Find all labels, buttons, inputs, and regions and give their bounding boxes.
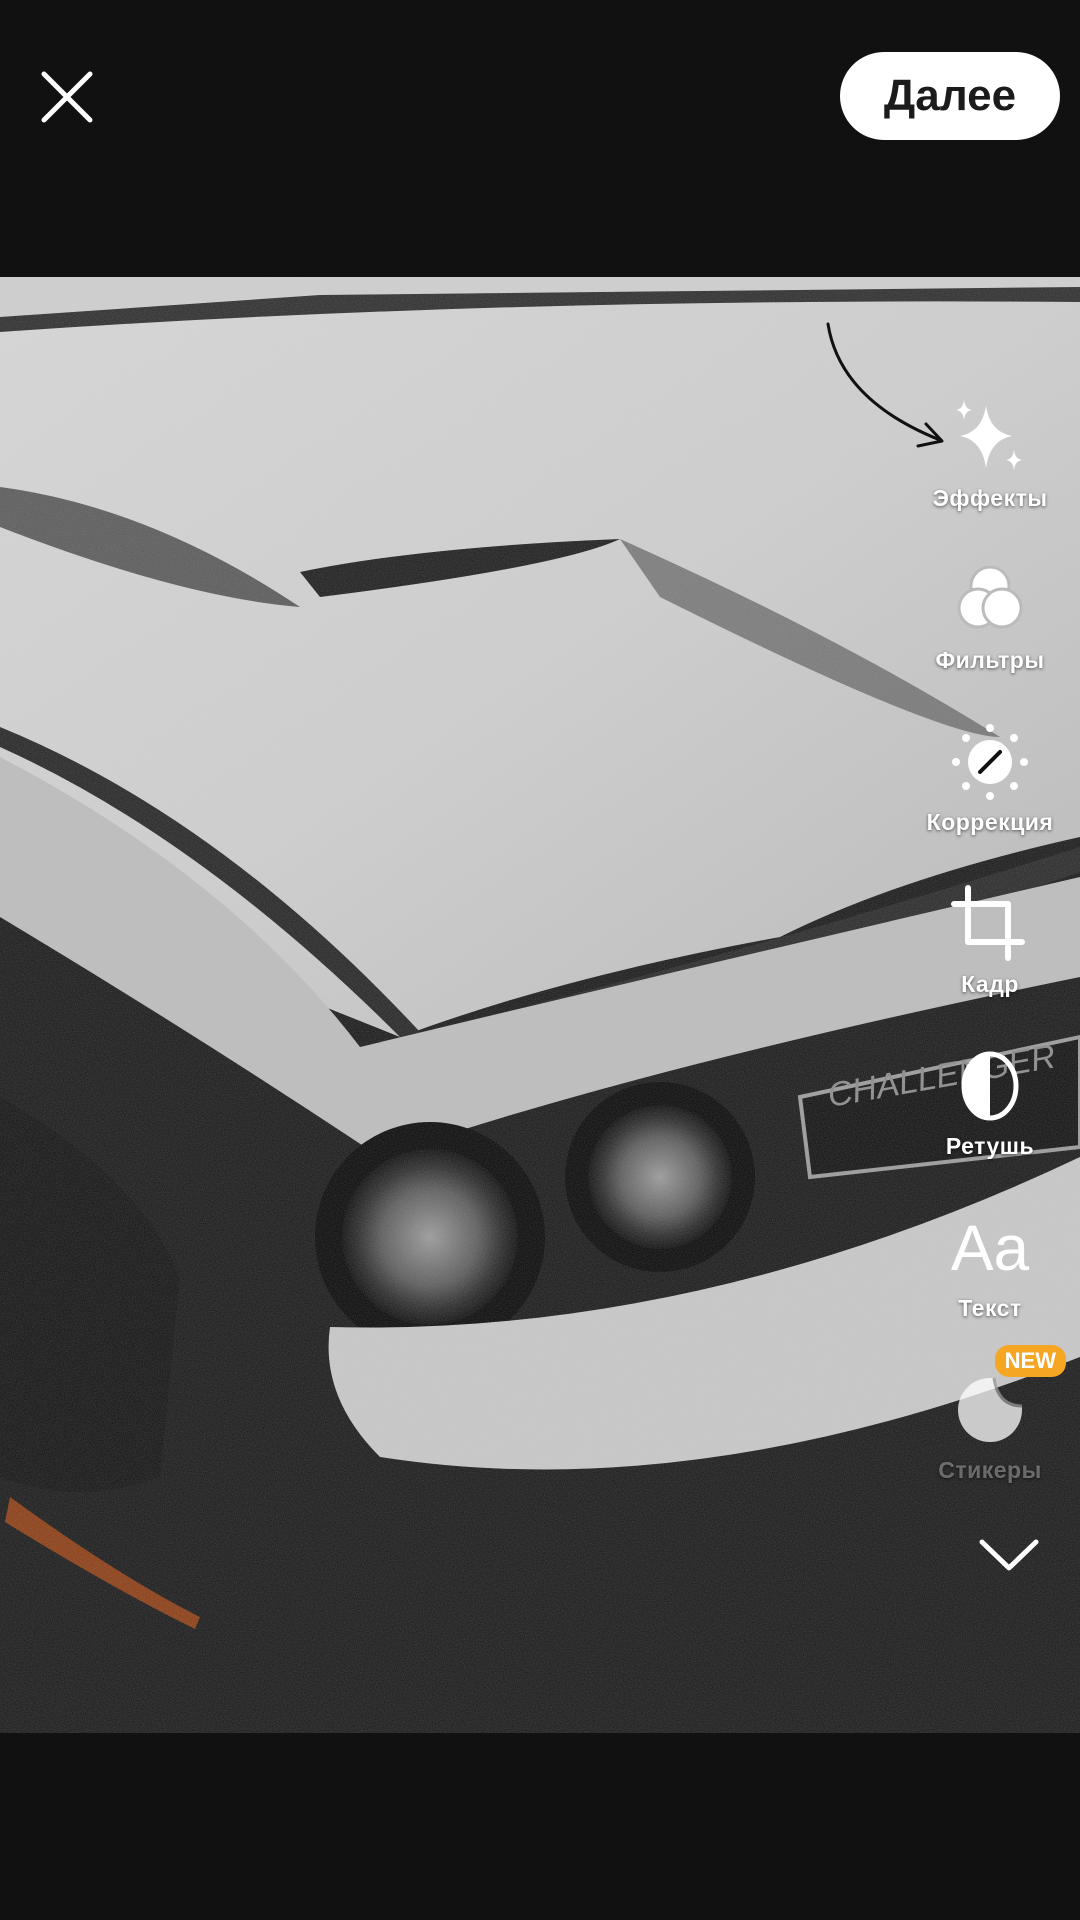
close-icon	[41, 71, 93, 123]
sticker-icon	[945, 1367, 1035, 1453]
close-button[interactable]	[32, 62, 102, 132]
tool-retouch[interactable]: Ретушь	[900, 1043, 1080, 1173]
tool-label: Коррекция	[926, 809, 1054, 835]
tool-label: Кадр	[961, 971, 1019, 997]
tool-stickers[interactable]: NEW Стикеры	[900, 1345, 1080, 1497]
tool-label: Стикеры	[938, 1457, 1042, 1483]
sparkles-icon	[945, 395, 1035, 481]
crop-icon	[945, 881, 1035, 967]
tool-text[interactable]: Aa Текст	[900, 1205, 1080, 1335]
tool-label: Фильтры	[935, 647, 1045, 673]
tool-correction[interactable]: Коррекция	[900, 719, 1080, 849]
text-icon: Aa	[950, 1212, 1030, 1284]
tool-label: Текст	[958, 1295, 1022, 1321]
more-tools-button[interactable]	[974, 1530, 1044, 1580]
tool-label: Ретушь	[945, 1133, 1035, 1159]
tool-filters[interactable]: Фильтры	[900, 557, 1080, 687]
retouch-icon	[945, 1043, 1035, 1129]
filters-icon	[945, 557, 1035, 643]
tool-effects[interactable]: Эффекты	[900, 395, 1080, 525]
tool-label: Эффекты	[932, 485, 1048, 511]
adjust-icon	[945, 719, 1035, 805]
next-button[interactable]: Далее	[840, 52, 1060, 140]
chevron-down-icon	[979, 1539, 1039, 1571]
tool-crop[interactable]: Кадр	[900, 881, 1080, 1011]
